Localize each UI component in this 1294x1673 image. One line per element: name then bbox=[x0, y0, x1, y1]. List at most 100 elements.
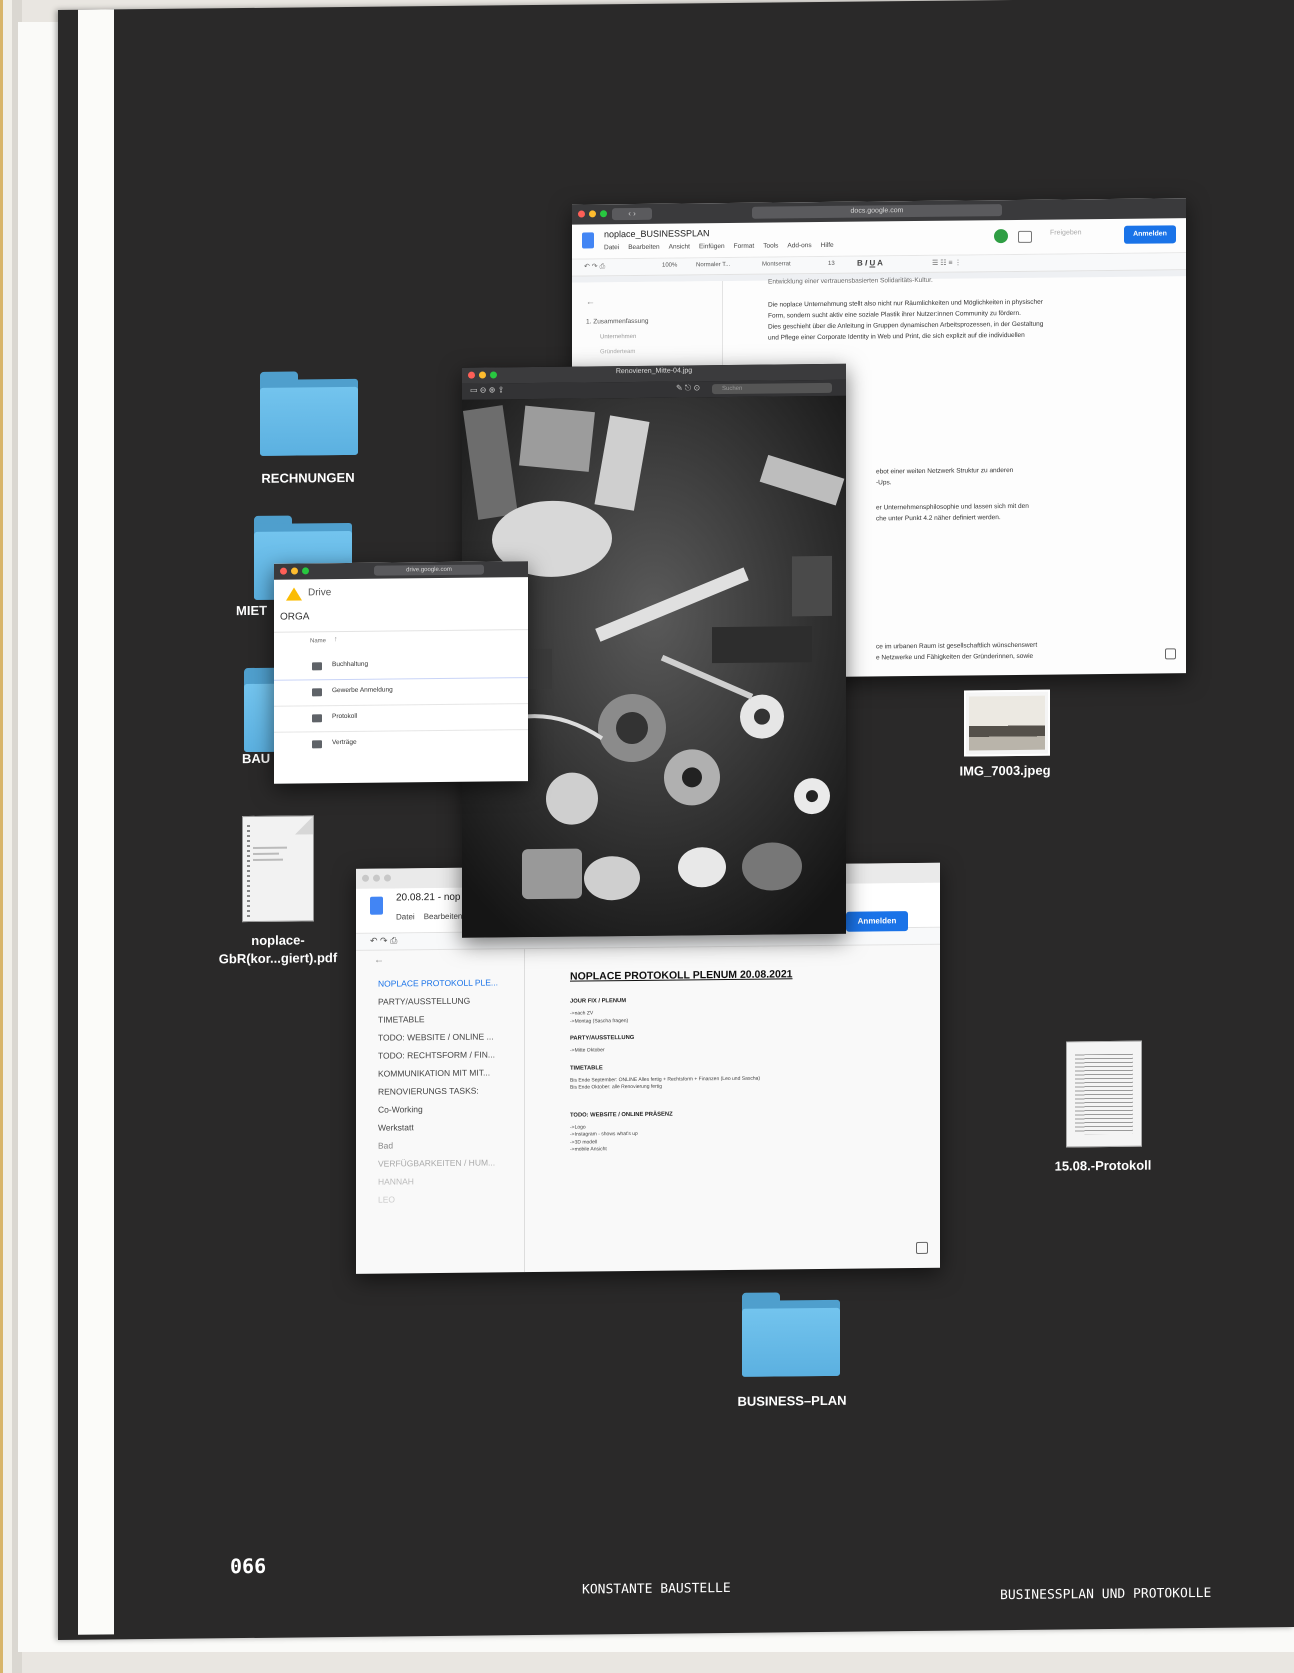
docs-logo-icon bbox=[370, 896, 383, 915]
minimize-icon[interactable] bbox=[589, 210, 596, 218]
menu-bearbeiten[interactable]: Bearbeiten bbox=[628, 244, 659, 251]
menu-hilfe[interactable]: Hilfe bbox=[821, 242, 834, 249]
outline-item[interactable]: PARTY/AUSSTELLUNG bbox=[378, 991, 518, 1010]
protokoll-outline: ← NOPLACE PROTOKOLL PLE... PARTY/AUSSTEL… bbox=[356, 949, 524, 1274]
markup-icons[interactable]: ✎ ⎋ ⊙ bbox=[676, 383, 700, 393]
drive-app-name: Drive bbox=[308, 587, 332, 599]
sort-arrow-icon[interactable]: ↑ bbox=[334, 636, 338, 643]
protokoll-body: NOPLACE PROTOKOLL PLENUM 20.08.2021 JOUR… bbox=[570, 967, 910, 1154]
outline-item[interactable]: Unternehmen bbox=[600, 334, 636, 340]
menu-datei[interactable]: Datei bbox=[604, 244, 619, 251]
outline-item[interactable]: Bad bbox=[378, 1135, 518, 1154]
nav-arrows-icon[interactable]: ‹ › bbox=[612, 207, 652, 221]
outline-item[interactable]: TODO: RECHTSFORM / FIN... bbox=[378, 1045, 518, 1064]
signin-button[interactable]: Anmelden bbox=[1124, 225, 1176, 244]
minimize-icon[interactable] bbox=[291, 567, 298, 575]
docs-body: Entwicklung einer vertrauensbasierten So… bbox=[768, 277, 1168, 343]
folder-label-miete: MIET bbox=[236, 602, 268, 619]
outline-item[interactable]: VERFÜGBARKEITEN / HUM... bbox=[378, 1153, 518, 1172]
drive-row-name: Buchhaltung bbox=[332, 660, 369, 669]
outline-item[interactable]: NOPLACE PROTOKOLL PLE... bbox=[378, 973, 518, 992]
format-icons[interactable]: B I U A bbox=[857, 258, 883, 267]
signin-button[interactable]: Anmelden bbox=[846, 911, 908, 932]
column-header-name[interactable]: Name bbox=[310, 638, 326, 644]
outline-item[interactable]: RENOVIERUNGS TASKS: bbox=[378, 1081, 518, 1100]
font-size-input[interactable]: 13 bbox=[828, 261, 835, 267]
drive-url-bar[interactable]: drive.google.com bbox=[374, 564, 484, 576]
doc-text: e Netzwerke und Fähigkeiten der Gründeri… bbox=[876, 652, 1034, 662]
docs-url-bar[interactable]: docs.google.com bbox=[752, 204, 1002, 219]
folder-icon bbox=[312, 688, 322, 697]
drive-row-name: Verträge bbox=[332, 738, 357, 747]
folder-icon[interactable] bbox=[742, 1292, 840, 1377]
undo-redo-print-icons[interactable]: ↶ ↷ ⎙ bbox=[370, 935, 397, 946]
menu-tools[interactable]: Tools bbox=[763, 242, 778, 249]
maximize-icon[interactable] bbox=[302, 567, 309, 575]
comment-icon[interactable] bbox=[1018, 230, 1032, 243]
protokoll-title[interactable]: 20.08.21 - nop bbox=[396, 892, 461, 904]
back-arrow-icon[interactable]: ← bbox=[374, 955, 384, 966]
outline-item[interactable]: Co-Working bbox=[378, 1099, 518, 1118]
drive-row-name: Protokoll bbox=[332, 712, 358, 721]
docs-title[interactable]: noplace_BUSINESSPLAN bbox=[604, 228, 710, 239]
font-select[interactable]: Montserrat bbox=[762, 261, 791, 267]
drive-row-name: Gewerbe Anmeldung bbox=[332, 686, 393, 695]
drive-row[interactable]: Buchhaltung bbox=[274, 652, 528, 681]
menu-datei[interactable]: Datei bbox=[396, 912, 415, 921]
align-list-icons[interactable]: ☰ ☷ ≡ ⋮ bbox=[932, 259, 961, 267]
style-select[interactable]: Normaler T... bbox=[696, 262, 730, 268]
doc-text: che unter Punkt 4.2 näher definiert werd… bbox=[876, 514, 1001, 523]
pdf-file-icon[interactable] bbox=[242, 815, 314, 923]
pdf-file-label: noplace- GbR(kor...giert).pdf bbox=[218, 932, 338, 967]
menu-bearbeiten[interactable]: Bearbeiten bbox=[424, 912, 463, 921]
menu-einfuegen[interactable]: Einfügen bbox=[699, 243, 725, 250]
magazine-page: RECHNUNGEN MIET BAU noplace- GbR(kor...g… bbox=[58, 0, 1294, 1641]
avatar[interactable] bbox=[994, 229, 1008, 244]
drive-row[interactable]: Verträge bbox=[274, 730, 528, 758]
folder-icon bbox=[312, 662, 322, 671]
close-icon[interactable] bbox=[578, 210, 585, 218]
docs-body-bottom: ce im urbanen Raum ist gesellschaftlich … bbox=[876, 638, 1176, 663]
outline-item[interactable]: LEO bbox=[378, 1189, 518, 1208]
section-title: BUSINESSPLAN UND PROTOKOLLE bbox=[1000, 1585, 1212, 1604]
page-number: 066 bbox=[230, 1553, 267, 1579]
menu-addons[interactable]: Add-ons bbox=[787, 242, 811, 249]
zoom-select[interactable]: 100% bbox=[662, 263, 677, 269]
outline-item[interactable]: TODO: WEBSITE / ONLINE ... bbox=[378, 1027, 518, 1046]
document-file-label: 15.08.-Protokoll bbox=[1054, 1157, 1152, 1174]
image-file-label: IMG_7003.jpeg bbox=[959, 762, 1051, 779]
drive-row[interactable]: Protokoll bbox=[274, 704, 528, 733]
outline-item[interactable]: Gründerteam bbox=[600, 349, 635, 355]
folder-icon[interactable] bbox=[260, 371, 358, 456]
drive-logo-icon bbox=[286, 587, 302, 601]
explore-icon[interactable] bbox=[916, 1241, 928, 1255]
zoom-icons[interactable]: ▭ ⊖ ⊕ ⇪ bbox=[470, 385, 504, 394]
outline-item[interactable]: HANNAH bbox=[378, 1171, 518, 1190]
share-button[interactable]: Freigeben bbox=[1050, 229, 1082, 236]
outline-item[interactable]: Werkstatt bbox=[378, 1117, 518, 1136]
maximize-icon[interactable] bbox=[600, 210, 607, 218]
document-file-icon[interactable] bbox=[1066, 1040, 1142, 1148]
outline-item[interactable]: TIMETABLE bbox=[378, 1009, 518, 1028]
docs-menu: Datei Bearbeiten Ansicht Einfügen Format… bbox=[604, 242, 843, 251]
folder-icon bbox=[312, 740, 322, 749]
back-arrow-icon[interactable]: ← bbox=[586, 296, 595, 306]
explore-icon[interactable] bbox=[1165, 648, 1176, 660]
drive-row[interactable]: Gewerbe Anmeldung bbox=[274, 678, 528, 707]
image-viewer-title: Renovieren_Mitte-04.jpg bbox=[615, 367, 693, 376]
outline-item[interactable]: KOMMUNIKATION MIT MIT... bbox=[378, 1063, 518, 1082]
docs-body-visible: ebot einer weiten Netzwerk Struktur zu a… bbox=[876, 463, 1176, 524]
close-icon[interactable] bbox=[280, 567, 287, 575]
menu-format[interactable]: Format bbox=[734, 243, 755, 250]
folder-label-business-plan: BUSINESS–PLAN bbox=[737, 1392, 847, 1409]
search-input[interactable]: Suchen bbox=[712, 382, 832, 395]
page-gutter bbox=[78, 9, 114, 1635]
drive-folder-title[interactable]: ORGA bbox=[280, 611, 309, 622]
menu-ansicht[interactable]: Ansicht bbox=[669, 243, 690, 250]
docs-logo-icon bbox=[582, 232, 594, 249]
drive-window[interactable]: drive.google.com Drive ORGA Name ↑ Buchh… bbox=[274, 561, 528, 784]
undo-redo-print-icons[interactable]: ↶ ↷ ⎙ bbox=[584, 262, 605, 271]
outline-item[interactable]: 1. Zusammenfassung bbox=[586, 318, 649, 326]
image-file-icon[interactable] bbox=[964, 689, 1050, 757]
running-title: KONSTANTE BAUSTELLE bbox=[582, 1580, 731, 1598]
